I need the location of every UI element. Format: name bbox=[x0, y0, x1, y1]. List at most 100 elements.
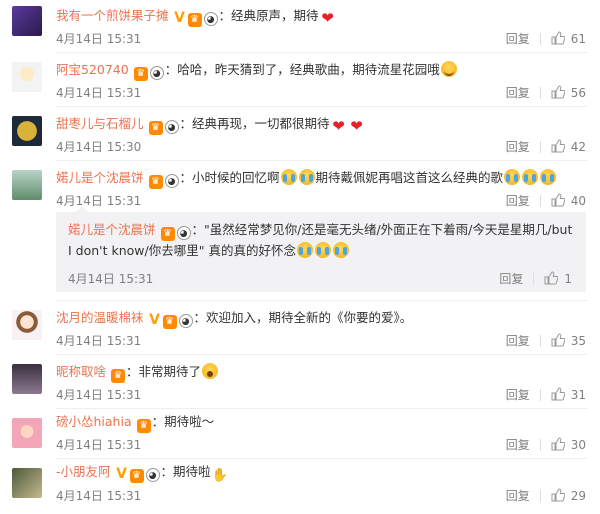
heart-emoji-icon: ❤ bbox=[321, 9, 334, 27]
divider bbox=[56, 354, 588, 355]
comment-actions: 回复 35 bbox=[506, 333, 586, 349]
crying-emoji-icon bbox=[504, 169, 521, 185]
divider bbox=[56, 408, 588, 409]
username-link[interactable]: -小朋友阿 bbox=[56, 464, 111, 479]
comment-time: 4月14日 15:31 bbox=[56, 32, 142, 46]
sub-reply-actions: 回复 1 bbox=[499, 270, 572, 287]
crying-emoji-icon bbox=[540, 169, 557, 185]
like-count: 40 bbox=[570, 194, 586, 208]
panda-badge-icon[interactable]: ◕ bbox=[176, 226, 191, 240]
crying-emoji-icon bbox=[296, 242, 313, 258]
crying-emoji-icon bbox=[314, 242, 331, 258]
sub-reply: 婼儿是个沈晨饼 ♛ ◕ ："虽然经常梦见你/还是毫无头绪/外面正在下着雨/今天是星期… bbox=[56, 206, 586, 292]
comment-time: 4月14日 15:31 bbox=[56, 438, 142, 452]
reply-button[interactable]: 回复 bbox=[506, 333, 530, 349]
like-count: 29 bbox=[570, 489, 586, 503]
vip-badge-icon[interactable]: ♛ bbox=[111, 369, 125, 383]
crying-emoji-icon bbox=[522, 169, 539, 185]
avatar[interactable] bbox=[12, 116, 42, 146]
vip-badge-icon[interactable]: ♛ bbox=[148, 175, 163, 189]
avatar[interactable] bbox=[12, 364, 42, 394]
thumbs-up-icon bbox=[551, 333, 565, 347]
panda-badge-icon[interactable]: ◕ bbox=[145, 468, 160, 482]
username-link[interactable]: 阿宝520740 bbox=[56, 62, 129, 77]
reply-button[interactable]: 回复 bbox=[506, 437, 530, 453]
panda-badge-icon[interactable]: ◕ bbox=[164, 120, 179, 134]
reply-button[interactable]: 回复 bbox=[506, 193, 530, 209]
vip-badge-icon[interactable]: ♛ bbox=[160, 227, 175, 241]
comment-actions: 回复 29 bbox=[506, 488, 586, 504]
heart-emoji-icon: ❤ bbox=[332, 117, 345, 135]
panda-badge-icon[interactable]: ◕ bbox=[178, 314, 193, 328]
avatar[interactable] bbox=[12, 6, 42, 36]
separator bbox=[533, 273, 535, 285]
comment-text: ：期待啦 bbox=[160, 464, 211, 479]
vip-badge-icon[interactable]: ♛ bbox=[133, 67, 148, 81]
comment-time: 4月14日 15:31 bbox=[56, 194, 142, 208]
panda-badge-icon[interactable]: ◕ bbox=[149, 66, 164, 80]
avatar[interactable] bbox=[12, 310, 42, 340]
like-button[interactable]: 61 bbox=[551, 31, 586, 47]
vip-badge-icon[interactable]: ♛ bbox=[148, 121, 163, 135]
avatar[interactable] bbox=[12, 468, 42, 498]
thumbs-up-icon bbox=[551, 488, 565, 502]
like-button[interactable]: 40 bbox=[551, 193, 586, 209]
comment-text: ：经典再现，一切都很期待 bbox=[179, 116, 330, 131]
crying-emoji-icon bbox=[332, 242, 349, 258]
comment-text: ：非常期待了 bbox=[126, 364, 202, 379]
panda-badge-icon[interactable]: ◕ bbox=[203, 12, 218, 26]
like-button[interactable]: 29 bbox=[551, 488, 586, 504]
vip-badge-icon[interactable]: ♛ bbox=[136, 419, 151, 433]
vip-badge-icon[interactable]: ♛ bbox=[162, 315, 177, 329]
avatar[interactable] bbox=[12, 170, 42, 200]
username-link[interactable]: 婼儿是个沈晨饼 bbox=[56, 170, 144, 185]
heart-emoji-icon: ❤ bbox=[350, 117, 363, 135]
separator bbox=[539, 335, 541, 347]
thumbs-up-icon bbox=[551, 31, 565, 45]
like-button[interactable]: 31 bbox=[551, 387, 586, 403]
divider bbox=[56, 458, 588, 459]
username-link[interactable]: 磅小怂hiahia bbox=[56, 414, 132, 429]
divider bbox=[56, 106, 588, 107]
avatar[interactable] bbox=[12, 418, 42, 448]
verified-icon: V bbox=[116, 466, 127, 482]
username-link[interactable]: 沈月的温暖棉袜 bbox=[56, 310, 144, 325]
username-link[interactable]: 我有一个煎饼果子摊 bbox=[56, 8, 169, 23]
avatar[interactable] bbox=[12, 62, 42, 92]
like-button[interactable]: 42 bbox=[551, 139, 586, 155]
comment-time: 4月14日 15:30 bbox=[56, 140, 142, 154]
like-button[interactable]: 35 bbox=[551, 333, 586, 349]
panda-badge-icon[interactable]: ◕ bbox=[164, 174, 179, 188]
divider bbox=[56, 300, 588, 301]
like-count: 35 bbox=[570, 334, 586, 348]
vip-badge-icon[interactable]: ♛ bbox=[129, 469, 144, 483]
crying-emoji-icon bbox=[280, 169, 297, 185]
comment-actions: 回复 56 bbox=[506, 85, 586, 101]
reply-button[interactable]: 回复 bbox=[506, 488, 530, 504]
vip-badge-icon[interactable]: ♛ bbox=[187, 13, 202, 27]
reply-button[interactable]: 回复 bbox=[499, 272, 523, 286]
username-link[interactable]: 甜枣儿与石榴儿 bbox=[56, 116, 144, 131]
like-button[interactable]: 56 bbox=[551, 85, 586, 101]
comment-actions: 回复 42 bbox=[506, 139, 586, 155]
sub-reply-text: 婼儿是个沈晨饼 ♛ ◕ ："虽然经常梦见你/还是毫无头绪/外面正在下着雨/今天是星期… bbox=[68, 220, 578, 261]
like-button[interactable]: 1 bbox=[544, 271, 572, 286]
separator bbox=[539, 87, 541, 99]
shocked-emoji-icon bbox=[202, 363, 219, 379]
reply-button[interactable]: 回复 bbox=[506, 387, 530, 403]
divider bbox=[56, 160, 588, 161]
reply-button[interactable]: 回复 bbox=[506, 139, 530, 155]
thumbs-up-icon bbox=[551, 387, 565, 401]
reply-button[interactable]: 回复 bbox=[506, 31, 530, 47]
like-button[interactable]: 30 bbox=[551, 437, 586, 453]
comment-line: 沈月的温暖棉袜 V ♛ ◕ ：欢迎加入，期待全新的《你要的爱》。 bbox=[56, 308, 412, 329]
comment-text: ：期待啦～ bbox=[151, 414, 215, 429]
reply-button[interactable]: 回复 bbox=[506, 85, 530, 101]
username-link[interactable]: 昵称取啥 bbox=[56, 364, 106, 379]
comment-line: 阿宝520740 ♛ ◕ ：哈哈，昨天猜到了，经典歌曲，期待流星花园哦 bbox=[56, 60, 458, 81]
username-link[interactable]: 婼儿是个沈晨饼 bbox=[68, 222, 156, 237]
separator bbox=[539, 389, 541, 401]
divider bbox=[56, 52, 588, 53]
comment-actions: 回复 40 bbox=[506, 193, 586, 209]
kiss-face-emoji-icon bbox=[440, 61, 457, 77]
